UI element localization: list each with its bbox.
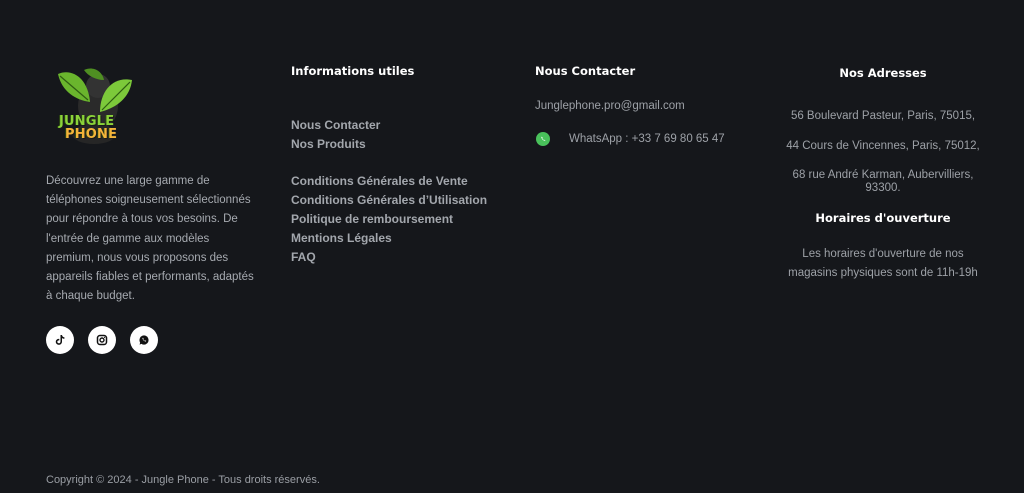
contact-whatsapp[interactable]: WhatsApp : +33 7 69 80 65 47: [535, 132, 765, 146]
footer-brand-column: JUNGLE PHONE Découvrez une large gamme d…: [46, 64, 256, 355]
addresses-column: Nos Adresses 56 Boulevard Pasteur, Paris…: [776, 66, 990, 283]
opening-hours-text: Les horaires d'ouverture de nos magasins…: [788, 248, 978, 279]
address-item: 56 Boulevard Pasteur, Paris, 75015,: [790, 110, 976, 122]
whatsapp-icon: [139, 335, 149, 346]
whatsapp-number: WhatsApp : +33 7 69 80 65 47: [569, 133, 725, 145]
logo-text-phone: PHONE: [65, 127, 118, 142]
instagram-icon: [96, 335, 108, 346]
useful-info-column: Informations utiles Nous Contacter Nos P…: [291, 64, 511, 267]
whatsapp-icon: [536, 132, 550, 146]
link-nos-produits[interactable]: Nos Produits: [291, 135, 511, 154]
link-cgu[interactable]: Conditions Générales d’Utilisation: [291, 191, 511, 210]
tiktok-button[interactable]: [46, 326, 74, 355]
primary-links: Nous Contacter Nos Produits: [291, 116, 511, 154]
addresses-title: Nos Adresses: [839, 66, 927, 80]
contact-title: Nous Contacter: [535, 64, 636, 78]
address-item: 44 Cours de Vincennes, Paris, 75012,: [786, 139, 980, 152]
contact-email[interactable]: Junglephone.pro@gmail.com: [535, 100, 765, 112]
brand-description: Découvrez une large gamme de téléphones …: [46, 175, 254, 303]
link-faq[interactable]: FAQ: [291, 248, 511, 267]
link-cgv[interactable]: Conditions Générales de Vente: [291, 172, 511, 191]
social-links: [46, 326, 256, 355]
contact-column: Nous Contacter Junglephone.pro@gmail.com…: [535, 64, 765, 146]
useful-info-title: Informations utiles: [291, 64, 415, 78]
address-item: 68 rue André Karman, Aubervilliers, 9330…: [792, 169, 974, 194]
instagram-button[interactable]: [88, 326, 116, 355]
tiktok-icon: [55, 335, 65, 346]
address-list: 56 Boulevard Pasteur, Paris, 75015, 44 C…: [776, 110, 990, 194]
link-refund-policy[interactable]: Politique de remboursement: [291, 210, 511, 229]
legal-links: Conditions Générales de Vente Conditions…: [291, 172, 511, 267]
link-nous-contacter[interactable]: Nous Contacter: [291, 116, 511, 135]
link-legal-notice[interactable]: Mentions Légales: [291, 229, 511, 248]
opening-hours-title: Horaires d'ouverture: [815, 211, 951, 225]
jungle-phone-logo[interactable]: JUNGLE PHONE: [54, 64, 134, 146]
copyright-text: Copyright © 2024 - Jungle Phone - Tous d…: [46, 474, 320, 486]
whatsapp-button[interactable]: [130, 326, 158, 355]
